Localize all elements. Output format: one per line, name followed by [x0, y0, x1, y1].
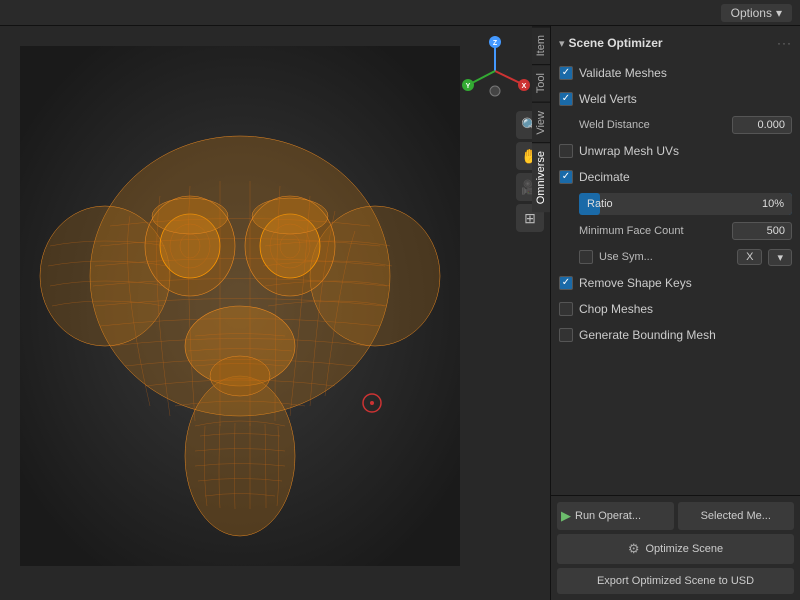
- weld-distance-value[interactable]: 0.000: [732, 116, 792, 134]
- generate-bounding-mesh-checkbox-wrap[interactable]: Generate Bounding Mesh: [559, 328, 716, 342]
- optimize-row: ⚙ Optimize Scene: [557, 534, 794, 564]
- remove-shape-keys-row: ✓ Remove Shape Keys: [551, 270, 800, 296]
- unwrap-mesh-uvs-checkbox[interactable]: [559, 144, 573, 158]
- chop-meshes-row: Chop Meshes: [551, 296, 800, 322]
- export-button[interactable]: Export Optimized Scene to USD: [557, 568, 794, 594]
- unwrap-mesh-uvs-label: Unwrap Mesh UVs: [579, 144, 679, 158]
- unwrap-mesh-uvs-row: Unwrap Mesh UVs: [551, 138, 800, 164]
- target-circle: [360, 391, 384, 415]
- generate-bounding-mesh-row: Generate Bounding Mesh: [551, 322, 800, 348]
- validate-meshes-row: ✓ Validate Meshes: [551, 60, 800, 86]
- selected-me-label: Selected Me...: [701, 510, 771, 522]
- chop-meshes-checkbox[interactable]: [559, 302, 573, 316]
- weld-verts-row: ✓ Weld Verts: [551, 86, 800, 112]
- ratio-slider-row[interactable]: Ratio 10%: [551, 190, 800, 218]
- gear-icon: ⚙: [628, 541, 640, 557]
- panel-content: ▾ Scene Optimizer ··· ✓ Validate Meshes …: [551, 26, 800, 495]
- run-operator-button[interactable]: ▶ Run Operat...: [557, 502, 674, 530]
- decimate-checkbox-wrap[interactable]: ✓ Decimate: [559, 170, 630, 184]
- svg-text:Y: Y: [466, 83, 471, 90]
- sidebar-item-tool[interactable]: Tool: [532, 64, 550, 101]
- viewport[interactable]: Z X Y 🔍 ✋ 🎥 ⊞: [0, 26, 550, 600]
- weld-distance-label: Weld Distance: [579, 119, 726, 131]
- bottom-buttons: ▶ Run Operat... Selected Me... ⚙ Optimiz…: [551, 495, 800, 600]
- optimize-scene-label: Optimize Scene: [646, 543, 724, 555]
- min-face-count-label: Minimum Face Count: [579, 225, 726, 237]
- validate-meshes-checkbox-wrap[interactable]: ✓ Validate Meshes: [559, 66, 667, 80]
- top-bar: Options ▾: [0, 0, 800, 26]
- chop-meshes-label: Chop Meshes: [579, 302, 653, 316]
- export-row: Export Optimized Scene to USD: [557, 568, 794, 594]
- weld-verts-checkbox[interactable]: ✓: [559, 92, 573, 106]
- remove-shape-keys-checkbox[interactable]: ✓: [559, 276, 573, 290]
- min-face-count-value[interactable]: 500: [732, 222, 792, 240]
- ratio-label: Ratio: [587, 198, 613, 210]
- options-button[interactable]: Options ▾: [721, 4, 792, 22]
- panel-collapse-arrow[interactable]: ▾: [559, 37, 565, 50]
- use-sym-row: Use Sym... X ▾: [551, 244, 800, 270]
- run-row: ▶ Run Operat... Selected Me...: [557, 502, 794, 530]
- viewport-gizmo[interactable]: Z X Y: [460, 36, 530, 106]
- side-tabs-container: Item Tool View Omniverse: [532, 26, 550, 212]
- options-label: Options: [731, 6, 772, 20]
- monkey-mesh-svg: [20, 46, 460, 566]
- right-panel: ▾ Scene Optimizer ··· ✓ Validate Meshes …: [550, 26, 800, 600]
- play-icon: ▶: [561, 508, 571, 524]
- export-label: Export Optimized Scene to USD: [597, 575, 754, 587]
- generate-bounding-mesh-checkbox[interactable]: [559, 328, 573, 342]
- ratio-value: 10%: [762, 198, 784, 210]
- validate-meshes-label: Validate Meshes: [579, 66, 667, 80]
- weld-verts-label: Weld Verts: [579, 92, 637, 106]
- main-area: Z X Y 🔍 ✋ 🎥 ⊞: [0, 26, 800, 600]
- weld-verts-checkbox-wrap[interactable]: ✓ Weld Verts: [559, 92, 637, 106]
- options-arrow: ▾: [776, 6, 782, 20]
- decimate-row: ✓ Decimate: [551, 164, 800, 190]
- decimate-checkbox[interactable]: ✓: [559, 170, 573, 184]
- decimate-label: Decimate: [579, 170, 630, 184]
- chop-meshes-checkbox-wrap[interactable]: Chop Meshes: [559, 302, 653, 316]
- use-sym-x-button[interactable]: X: [737, 249, 762, 265]
- ratio-slider[interactable]: Ratio 10%: [579, 193, 792, 215]
- remove-shape-keys-label: Remove Shape Keys: [579, 276, 692, 290]
- svg-text:Z: Z: [493, 40, 498, 47]
- sidebar-item-item[interactable]: Item: [532, 26, 550, 64]
- optimize-scene-button[interactable]: ⚙ Optimize Scene: [557, 534, 794, 564]
- weld-distance-row: Weld Distance 0.000: [551, 112, 800, 138]
- use-sym-label: Use Sym...: [599, 251, 731, 263]
- sidebar-item-omniverse[interactable]: Omniverse: [532, 142, 550, 212]
- validate-meshes-checkbox[interactable]: ✓: [559, 66, 573, 80]
- unwrap-checkbox-wrap[interactable]: Unwrap Mesh UVs: [559, 144, 679, 158]
- min-face-count-row: Minimum Face Count 500: [551, 218, 800, 244]
- run-operator-label: Run Operat...: [575, 510, 641, 522]
- generate-bounding-mesh-label: Generate Bounding Mesh: [579, 328, 716, 342]
- panel-menu-dots[interactable]: ···: [777, 36, 792, 50]
- use-sym-checkbox[interactable]: [579, 250, 593, 264]
- remove-shape-keys-checkbox-wrap[interactable]: ✓ Remove Shape Keys: [559, 276, 692, 290]
- panel-header: ▾ Scene Optimizer ···: [551, 32, 800, 54]
- sidebar-item-view[interactable]: View: [532, 102, 550, 143]
- selected-me-button[interactable]: Selected Me...: [678, 502, 795, 530]
- svg-text:X: X: [522, 83, 527, 90]
- use-sym-dropdown[interactable]: ▾: [768, 249, 792, 266]
- panel-title: Scene Optimizer: [569, 36, 663, 50]
